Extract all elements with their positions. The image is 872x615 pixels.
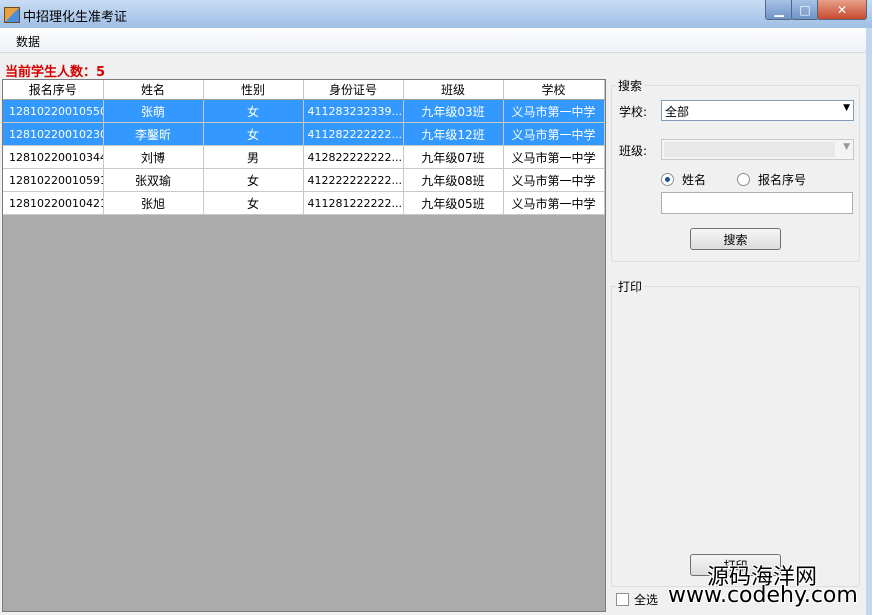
cell-school[interactable]: 义马市第一中学 xyxy=(503,99,605,123)
cell-name[interactable]: 张双瑜 xyxy=(103,168,204,192)
cell-name[interactable]: 张旭 xyxy=(103,191,204,215)
cell-idcard[interactable]: 412222222222... xyxy=(303,168,404,192)
table-row[interactable]: 12810220010550 张萌女 411283232339... 九年级03班 义马… xyxy=(3,99,605,123)
cell-id[interactable]: 12810220010421 xyxy=(3,191,104,215)
radio-unselected-icon xyxy=(737,173,750,186)
column-header-gender[interactable]: 性别 xyxy=(203,80,304,100)
cell-gender[interactable]: 男 xyxy=(203,145,304,169)
chevron-down-icon: ▼ xyxy=(843,142,850,152)
watermark-line2: www.codehy.com xyxy=(668,583,858,608)
cell-idcard[interactable]: 411281222222... xyxy=(303,191,404,215)
cell-idcard[interactable]: 411283232339... xyxy=(303,99,404,123)
school-select[interactable]: 全部 ▼ xyxy=(661,100,854,121)
cell-gender[interactable]: 女 xyxy=(203,191,304,215)
table-row[interactable]: 12810220010591 张双瑜女 412222222222... 九年级08班义… xyxy=(3,168,605,192)
cell-class[interactable]: 九年级05班 xyxy=(403,191,504,215)
close-button[interactable]: ✕ xyxy=(817,0,867,20)
cell-name[interactable]: 张萌 xyxy=(103,99,204,123)
checkbox-icon xyxy=(616,593,629,606)
radio-selected-icon xyxy=(661,173,674,186)
student-count-label: 当前学生人数：5 xyxy=(5,65,106,80)
cell-idcard[interactable]: 411282222222... xyxy=(303,122,404,146)
cell-school[interactable]: 义马市第一中学 xyxy=(503,145,605,169)
radio-search-by-name[interactable]: 姓名 xyxy=(661,171,706,188)
radio-name-label: 姓名 xyxy=(682,173,707,187)
cell-school[interactable]: 义马市第一中学 xyxy=(503,122,605,146)
column-header-idcard[interactable]: 身份证号 xyxy=(303,80,404,100)
maximize-icon: □ xyxy=(799,2,811,17)
column-header-name[interactable]: 姓名 xyxy=(103,80,204,100)
cell-id[interactable]: 12810220010591 xyxy=(3,168,104,192)
school-select-value: 全部 xyxy=(665,105,690,119)
class-select[interactable]: ▼ xyxy=(661,139,854,160)
close-icon: ✕ xyxy=(836,2,848,17)
radio-search-by-id[interactable]: 报名序号 xyxy=(737,171,806,188)
window-title: 中招理化生准考证 xyxy=(23,10,128,25)
maximize-button[interactable]: □ xyxy=(791,0,819,20)
cell-name[interactable]: 李鑿昕 xyxy=(103,122,204,146)
cell-class[interactable]: 九年级12班 xyxy=(403,122,504,146)
class-label: 班级: xyxy=(619,144,648,158)
select-all-checkbox[interactable]: 全选 xyxy=(616,591,658,608)
print-group-title: 打印 xyxy=(616,278,645,295)
print-group xyxy=(611,286,860,587)
cell-name[interactable]: 刘博 xyxy=(103,145,204,169)
cell-school[interactable]: 义马市第一中学 xyxy=(503,191,605,215)
student-table: 报名序号 姓名 性别 身份证号 班级 学校 12810220010550 张萌女 4… xyxy=(3,80,605,215)
cell-gender[interactable]: 女 xyxy=(203,122,304,146)
app-icon xyxy=(4,7,20,23)
column-header-school[interactable]: 学校 xyxy=(503,80,605,100)
table-body: 12810220010550 张萌女 411283232339... 九年级03班 义马… xyxy=(3,99,605,215)
table-row[interactable]: 12810220010344 刘博男 412822222222... 九年级07班 义马… xyxy=(3,145,605,169)
cell-idcard[interactable]: 412822222222... xyxy=(303,145,404,169)
cell-gender[interactable]: 女 xyxy=(203,168,304,192)
cell-gender[interactable]: 女 xyxy=(203,99,304,123)
column-header-class[interactable]: 班级 xyxy=(403,80,504,100)
menu-item-data[interactable]: 数据 xyxy=(16,33,40,50)
cell-class[interactable]: 九年级08班 xyxy=(403,168,504,192)
search-input[interactable] xyxy=(661,192,853,214)
cell-id[interactable]: 12810220010344 xyxy=(3,145,104,169)
search-button[interactable]: 搜索 xyxy=(690,228,781,250)
column-header-id[interactable]: 报名序号 xyxy=(3,80,104,100)
table-row[interactable]: 12810220010421 张旭女 411281222222... 九年级05班 义马… xyxy=(3,191,605,215)
minimize-button[interactable]: ▁ xyxy=(765,0,793,20)
radio-id-label: 报名序号 xyxy=(758,173,807,187)
select-all-label: 全选 xyxy=(634,593,659,607)
cell-class[interactable]: 九年级03班 xyxy=(403,99,504,123)
school-label: 学校: xyxy=(619,105,648,119)
class-select-value xyxy=(664,142,835,157)
student-grid[interactable]: 报名序号 姓名 性别 身份证号 班级 学校 12810220010550 张萌女 4… xyxy=(2,79,606,612)
cell-class[interactable]: 九年级07班 xyxy=(403,145,504,169)
cell-id[interactable]: 12810220010230 xyxy=(3,122,104,146)
window-border xyxy=(866,28,872,615)
table-row[interactable]: 12810220010230 李鑿昕女 411282222222... 九年级12班义… xyxy=(3,122,605,146)
table-header-row: 报名序号 姓名 性别 身份证号 班级 学校 xyxy=(3,80,605,100)
minimize-icon: ▁ xyxy=(774,2,784,17)
menu-bar: 数据 xyxy=(0,28,866,53)
title-bar: 中招理化生准考证 ▁ □ ✕ xyxy=(0,0,872,28)
cell-school[interactable]: 义马市第一中学 xyxy=(503,168,605,192)
chevron-down-icon: ▼ xyxy=(843,103,850,113)
cell-id[interactable]: 12810220010550 xyxy=(3,99,104,123)
main-window: 中招理化生准考证 ▁ □ ✕ 数据 当前学生人数：5 报名序号 姓名 性别 身份… xyxy=(0,0,872,615)
search-group-title: 搜索 xyxy=(616,77,645,94)
